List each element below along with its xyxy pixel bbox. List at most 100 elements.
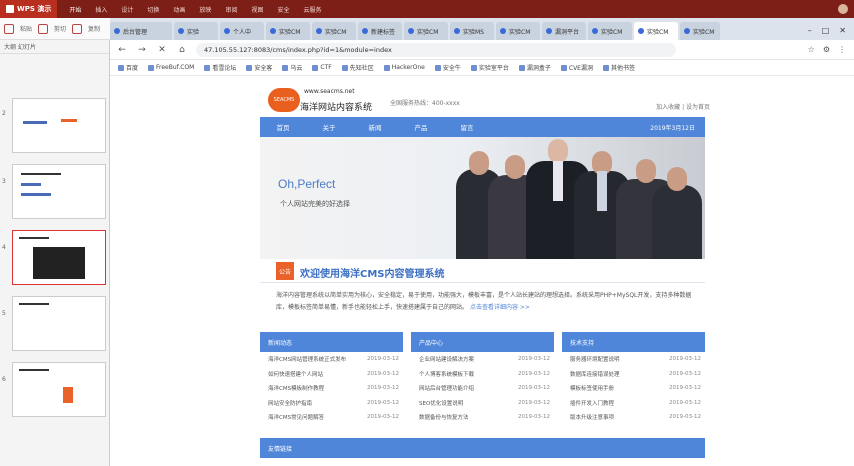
list-item[interactable]: 海洋CMS常见问题解答 2019-03-12 [260, 410, 403, 425]
ribbon-label[interactable]: 粘贴 [20, 24, 32, 33]
list-item[interactable]: SEO优化设置说明 2019-03-12 [411, 396, 554, 411]
slide-thumbnail-active[interactable] [12, 230, 106, 285]
bookmark-item[interactable]: 其他书签 [602, 63, 635, 72]
wps-menu-item[interactable]: 动画 [173, 5, 185, 14]
site-hotline: 全国服务热线：400-xxxx [390, 100, 460, 107]
browser-tab[interactable]: 实验CM [266, 22, 310, 40]
bookmark-item[interactable]: 看雪论坛 [204, 63, 236, 72]
bookmark-item[interactable]: CTF [312, 64, 332, 71]
bookmark-item[interactable]: 安全牛 [434, 63, 461, 72]
list-item[interactable]: 服务器环境配置说明 2019-03-12 [562, 352, 705, 367]
nav-home[interactable]: 首页 [260, 122, 306, 132]
window-controls: – □ ✕ [808, 26, 854, 40]
slide-thumbnail[interactable] [12, 98, 106, 153]
bookmark-label: 安全牛 [442, 65, 461, 72]
list-item[interactable]: 海洋CMS模板制作教程 2019-03-12 [260, 381, 403, 396]
bookmark-item[interactable]: 乌云 [282, 63, 302, 72]
wps-menu-item[interactable]: 云服务 [303, 5, 321, 14]
nav-news[interactable]: 新闻 [352, 122, 398, 132]
reload-icon[interactable]: ✕ [156, 45, 168, 55]
list-item[interactable]: 网站后台管理功能介绍 2019-03-12 [411, 381, 554, 396]
bookmark-item[interactable]: 安全客 [246, 63, 272, 72]
list-item[interactable]: 模板标签使用手册 2019-03-12 [562, 381, 705, 396]
browser-tab-active[interactable]: 实验CM [634, 22, 678, 40]
browser-tab[interactable]: 个人中 [220, 22, 264, 40]
slide-thumbnail[interactable] [12, 296, 106, 351]
list-item[interactable]: 如何快速搭建个人网站 2019-03-12 [260, 367, 403, 382]
intro-more-link[interactable]: 点击查看详细内容 >> [470, 304, 530, 311]
wps-menu-item[interactable]: 设计 [121, 5, 133, 14]
copy-icon[interactable] [72, 23, 83, 34]
list-item[interactable]: 个人博客系统模板下载 2019-03-12 [411, 367, 554, 382]
column-header[interactable]: 产品中心 [411, 332, 554, 352]
close-icon[interactable]: ✕ [839, 26, 846, 35]
column-header[interactable]: 新闻动态 [260, 332, 403, 352]
browser-tab[interactable]: 漏洞平台 [542, 22, 586, 40]
nav-products[interactable]: 产品 [398, 122, 444, 132]
wps-menu-item[interactable]: 视图 [251, 5, 263, 14]
star-icon[interactable]: ☆ [808, 45, 815, 54]
list-item[interactable]: 企业网站建设解决方案 2019-03-12 [411, 352, 554, 367]
browser-tab[interactable]: 实验CM [588, 22, 632, 40]
wps-app-button[interactable]: WPS 演示 [0, 0, 58, 18]
browser-tab[interactable]: 实验MS [450, 22, 494, 40]
friend-links-header[interactable]: 友情链接 [260, 438, 705, 458]
cut-icon[interactable] [38, 23, 49, 34]
ribbon-label[interactable]: 剪切 [54, 24, 66, 33]
browser-tab[interactable]: 实验CM [312, 22, 356, 40]
user-avatar[interactable] [838, 4, 848, 14]
nav-about[interactable]: 关于 [306, 122, 352, 132]
list-item-date: 2019-03-12 [367, 370, 399, 377]
bookmark-item[interactable]: 实验室平台 [470, 63, 509, 72]
tab-outline[interactable]: 大纲 [4, 42, 16, 51]
wps-menu-item[interactable]: 开始 [69, 5, 81, 14]
announcement-icon: 公告 [276, 262, 294, 280]
home-icon[interactable]: ⌂ [176, 45, 188, 55]
forward-icon[interactable]: → [136, 45, 148, 55]
banner-person-shirt [553, 161, 563, 201]
slide-thumbnail[interactable] [12, 164, 106, 219]
news-column: 技术支持 服务器环境配置说明 2019-03-12 数据库连接错误处理 2019-0… [562, 332, 705, 425]
browser-tab[interactable]: 实验 [174, 22, 218, 40]
bookmark-item[interactable]: HackerOne [383, 64, 425, 71]
list-item[interactable]: 插件开发入门教程 2019-03-12 [562, 396, 705, 411]
bookmark-item[interactable]: CVE漏洞 [560, 63, 593, 72]
list-item-title: 如何快速搭建个人网站 [268, 371, 324, 378]
site-logo-name: 海洋网站内容系统 [300, 103, 373, 113]
menu-icon[interactable]: ⋮ [838, 45, 846, 54]
list-item[interactable]: 海洋CMS网站管理系统正式发布 2019-03-12 [260, 352, 403, 367]
maximize-icon[interactable]: □ [822, 26, 830, 35]
browser-tab[interactable]: 实验CM [404, 22, 448, 40]
list-item-title: 版本升级注意事项 [570, 415, 615, 422]
minimize-icon[interactable]: – [808, 26, 812, 35]
site-header-links[interactable]: 加入收藏 | 设为首页 [656, 102, 710, 111]
wps-menu-item[interactable]: 插入 [95, 5, 107, 14]
nav-message[interactable]: 留言 [444, 122, 490, 132]
browser-tab[interactable]: 实验CM [680, 22, 720, 40]
list-item[interactable]: 数据备份与恢复方法 2019-03-12 [411, 410, 554, 425]
list-item[interactable]: 版本升级注意事项 2019-03-12 [562, 410, 705, 425]
site-logo-badge[interactable]: SEACMS [268, 88, 300, 112]
browser-tab[interactable]: 后台管理 [110, 22, 172, 40]
wps-menu-item[interactable]: 切换 [147, 5, 159, 14]
browser-tab[interactable]: 新建标签 [358, 22, 402, 40]
tab-slides[interactable]: 幻灯片 [18, 42, 36, 51]
column-header[interactable]: 技术支持 [562, 332, 705, 352]
wps-menu-item[interactable]: 放映 [199, 5, 211, 14]
extensions-icon[interactable]: ⚙ [823, 45, 830, 54]
bookmark-item[interactable]: FreeBuf.COM [148, 64, 194, 71]
wps-menu-item[interactable]: 安全 [277, 5, 289, 14]
bookmark-favicon-icon [204, 64, 211, 71]
list-item[interactable]: 数据库连接错误处理 2019-03-12 [562, 367, 705, 382]
wps-menu-item[interactable]: 审阅 [225, 5, 237, 14]
bookmark-item[interactable]: 漏洞盒子 [518, 63, 551, 72]
list-item[interactable]: 网站安全防护指南 2019-03-12 [260, 396, 403, 411]
ribbon-label[interactable]: 复制 [88, 24, 100, 33]
slide-thumbnail[interactable] [12, 362, 106, 417]
bookmark-item[interactable]: 百度 [118, 63, 138, 72]
paste-icon[interactable] [4, 23, 14, 34]
back-icon[interactable]: ← [116, 45, 128, 55]
bookmark-item[interactable]: 先知社区 [341, 63, 374, 72]
browser-tab[interactable]: 实验CM [496, 22, 540, 40]
url-field[interactable]: 47.105.55.127:8083/cms/index.php?id=1&mo… [196, 42, 676, 57]
